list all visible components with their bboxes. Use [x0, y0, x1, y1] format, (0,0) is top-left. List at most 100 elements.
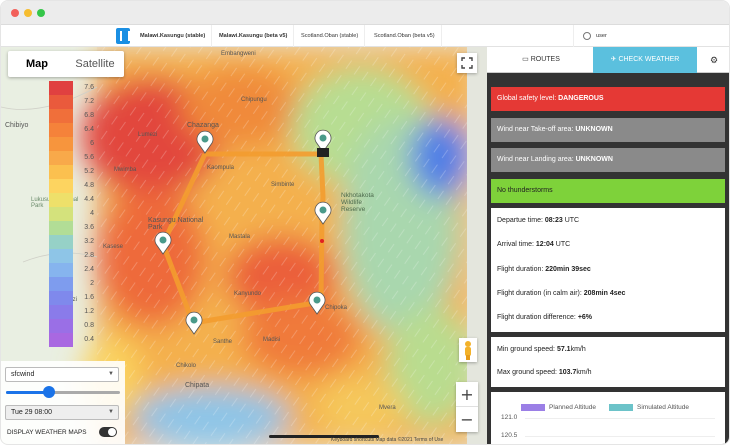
duration-diff-row: Flight duration difference: +6%: [497, 314, 592, 321]
tab-scotland-beta[interactable]: Scotland.Oban (beta v5): [368, 25, 442, 47]
departure-row: Departue time: 08:23 UTC: [497, 217, 579, 224]
place-label: Simbinte: [271, 182, 295, 188]
legend-color-swatch: [49, 319, 73, 333]
takeoff-label: Wind near Take-off area:: [497, 126, 576, 133]
legend-color-swatch: [49, 333, 73, 347]
place-label: Kanyundo: [234, 291, 262, 297]
landing-value: UNKNOWN: [575, 156, 613, 163]
duration-diff-value: +6%: [577, 314, 593, 321]
flight-times-card: Departue time: 08:23 UTC Arrival time: 1…: [491, 208, 725, 332]
place-label: Kasungu National Park: [148, 217, 204, 231]
wind-speed-legend: 7.6 7.2 6.8 6.4 6 5.6 5.2 4.8 4.4 4 3.6 3.2 2.8 2.4 2 1…: [49, 81, 97, 351]
zoom-control: + −: [456, 382, 478, 432]
legend-value-label: 7.6: [84, 84, 94, 91]
grid-line: [525, 418, 715, 419]
legend-value-label: 5.6: [84, 154, 94, 161]
app-window: Malawi.Kasungu (stable) Malawi.Kasungu (…: [0, 0, 730, 445]
legend-color-swatch: [49, 81, 73, 95]
legend-color-swatch: [49, 193, 73, 207]
map-type-satellite-button[interactable]: Satellite: [66, 51, 124, 77]
time-slider-handle[interactable]: [43, 386, 56, 398]
legend-value-label: 0.8: [84, 322, 94, 329]
place-label: Mastala: [229, 234, 251, 240]
arrival-value: 12:04: [535, 241, 554, 248]
thunderstorm-card: No thunderstorms: [491, 179, 725, 203]
zoom-in-button[interactable]: +: [456, 382, 478, 407]
min-speed-label: Min ground speed:: [497, 346, 557, 353]
legend-value-label: 0.4: [84, 336, 94, 343]
safety-level-card: Global safety level: DANGEROUS: [491, 87, 725, 111]
legend-color-swatch: [49, 165, 73, 179]
legend-color-swatch: [49, 277, 73, 291]
planned-altitude-swatch: [521, 404, 545, 411]
tab-malawi-beta[interactable]: Malawi.Kasungu (beta v5): [213, 25, 295, 47]
map-view[interactable]: Chazanga Lumezi Mwimba Kaompula Simbinte…: [1, 47, 487, 444]
street-view-button[interactable]: [459, 338, 477, 362]
tab-malawi-stable[interactable]: Malawi.Kasungu (stable): [134, 25, 213, 47]
legend-value-label: 2.8: [84, 252, 94, 259]
tab-scotland-stable[interactable]: Scotland.Oban (stable): [295, 25, 366, 47]
max-speed-row: Max ground speed: 103.7km/h: [497, 369, 592, 376]
safety-value: DANGEROUS: [558, 95, 604, 102]
landing-wind-card: Wind near Landing area: UNKNOWN: [491, 148, 725, 172]
app-logo-icon[interactable]: [116, 28, 130, 44]
weather-toggle-label: DISPLAY WEATHER MAPS: [7, 429, 87, 436]
max-speed-unit: km/h: [576, 369, 592, 376]
duration-value: 220min 39sec: [545, 266, 591, 273]
legend-value-label: 1.2: [84, 308, 94, 315]
thunderstorm-status: No thunderstorms: [497, 187, 553, 194]
weather-layer-select[interactable]: sfcwind ▼: [5, 367, 119, 382]
min-speed-value: 57.1: [556, 346, 571, 353]
zoom-out-button[interactable]: −: [456, 407, 478, 432]
legend-color-swatch: [49, 123, 73, 137]
user-icon: [583, 32, 591, 40]
map-type-map-button[interactable]: Map: [8, 51, 66, 77]
time-value: Tue 29 08:00: [11, 409, 52, 416]
legend-value-label: 5.2: [84, 168, 94, 175]
weather-controls: sfcwind ▼ Tue 29 08:00 ▼ DISPLAY WEATHER…: [1, 361, 125, 444]
weather-layer-value: sfcwind: [11, 371, 35, 378]
arrival-unit: UTC: [553, 241, 571, 248]
fullscreen-button[interactable]: [457, 53, 477, 73]
place-label: Nkhotakota Wildlife Reserve: [341, 192, 374, 213]
tab-routes[interactable]: ▭ ROUTES: [489, 47, 593, 73]
legend-value-label: 3.2: [84, 238, 94, 245]
user-menu[interactable]: user: [573, 25, 729, 47]
close-window-button[interactable]: [11, 9, 19, 17]
place-label: Chazanga: [187, 122, 219, 129]
place-label: Kasese: [103, 244, 124, 250]
arrival-label: Arrival time:: [497, 241, 536, 248]
calm-duration-row: Flight duration (in calm air): 208min 4s…: [497, 290, 625, 297]
departure-label: Departue time:: [497, 217, 545, 224]
title-bar: [1, 1, 729, 25]
legend-color-swatch: [49, 221, 73, 235]
place-label: Mvera: [379, 405, 396, 411]
landing-label: Wind near Landing area:: [497, 156, 576, 163]
legend-color-swatch: [49, 207, 73, 221]
weather-maps-toggle[interactable]: [99, 427, 117, 437]
grid-line: [525, 436, 715, 437]
gear-icon: ⚙: [709, 55, 719, 65]
legend-value-label: 4: [90, 210, 94, 217]
tab-check-weather[interactable]: ✈ CHECK WEATHER: [593, 47, 697, 73]
settings-button[interactable]: ⚙: [697, 47, 729, 73]
safety-label: Global safety level:: [497, 95, 559, 102]
map-attribution: Keyboard shortcuts Map data ©2021 Terms …: [331, 437, 444, 443]
max-speed-label: Max ground speed:: [497, 369, 559, 376]
tab-weather-label: CHECK WEATHER: [618, 56, 680, 63]
time-select[interactable]: Tue 29 08:00 ▼: [5, 405, 119, 420]
time-slider[interactable]: [6, 391, 120, 394]
legend-color-swatch: [49, 137, 73, 151]
fullscreen-icon: [461, 57, 473, 69]
maximize-window-button[interactable]: [37, 9, 45, 17]
ground-speed-card: Min ground speed: 57.1 km/h Max ground sp…: [491, 337, 725, 387]
place-label: Chibiyo: [5, 122, 29, 129]
y-tick-label: 120.5: [501, 432, 518, 439]
legend-value-label: 6: [90, 140, 94, 147]
legend-value-label: 4.8: [84, 182, 94, 189]
place-label: Chipungu: [241, 97, 267, 103]
place-label: Embangweni: [221, 51, 256, 57]
departure-value: 08:23: [544, 217, 563, 224]
legend-color-swatch: [49, 95, 73, 109]
minimize-window-button[interactable]: [24, 9, 32, 17]
